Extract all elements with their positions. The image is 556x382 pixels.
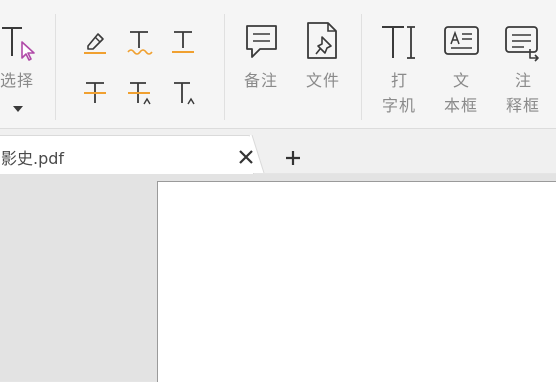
pdf-page[interactable] — [157, 181, 556, 382]
strikeout-text-icon — [84, 82, 106, 103]
text-cursor-select-icon — [2, 27, 35, 61]
close-icon — [239, 150, 253, 164]
close-tab-button[interactable] — [238, 149, 254, 165]
document-tab-title: 影史.pdf — [1, 149, 65, 168]
replace-text-icon — [128, 82, 151, 105]
highlighter-icon — [84, 33, 106, 54]
note-button[interactable] — [244, 22, 280, 62]
highlight-button[interactable] — [80, 28, 110, 56]
textbox-label-line1: 文 — [453, 71, 471, 90]
file-attachment-button[interactable] — [305, 20, 341, 62]
comment-toolbar: 选择 备注 文件 打 字机 文 本框 注 释框 — [0, 0, 556, 129]
replace-text-button[interactable] — [124, 78, 154, 106]
squiggly-underline-icon — [127, 31, 153, 55]
toolbar-separator — [55, 14, 56, 120]
textbox-button[interactable] — [443, 24, 481, 60]
new-tab-button[interactable] — [284, 149, 302, 167]
callout-label-line1: 注 — [515, 71, 533, 90]
callout-icon — [505, 26, 539, 62]
squiggly-button[interactable] — [124, 28, 154, 56]
typewriter-label-line1: 打 — [391, 71, 409, 90]
insert-text-icon — [174, 82, 195, 105]
note-icon — [246, 25, 277, 58]
typewriter-icon — [382, 26, 415, 59]
plus-icon — [286, 151, 300, 165]
toolbar-separator — [361, 14, 362, 120]
textbox-label-line2: 本框 — [444, 96, 479, 115]
file-label: 文件 — [306, 71, 341, 90]
select-dropdown-icon[interactable] — [13, 97, 23, 116]
callout-button[interactable] — [504, 24, 544, 62]
strikeout-button[interactable] — [80, 78, 110, 106]
insert-text-button[interactable] — [168, 78, 198, 106]
underline-text-icon — [172, 31, 194, 53]
file-attachment-icon — [307, 22, 337, 59]
toolbar-separator — [224, 14, 225, 120]
typewriter-button[interactable] — [380, 22, 418, 62]
callout-label-line2: 释框 — [506, 96, 541, 115]
textbox-icon — [444, 26, 479, 55]
document-tab[interactable]: 影史.pdf — [0, 135, 254, 174]
underline-button[interactable] — [168, 28, 198, 56]
typewriter-label-line2: 字机 — [382, 96, 417, 115]
document-tab-bar: 影史.pdf — [0, 129, 556, 174]
select-tool-label: 选择 — [0, 71, 35, 90]
note-label: 备注 — [244, 71, 279, 90]
